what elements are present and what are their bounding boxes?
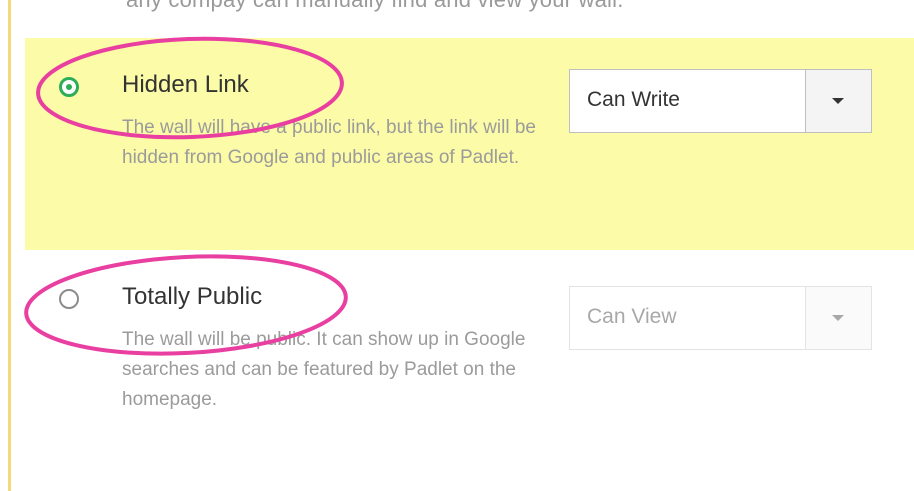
permission-dropdown-toggle[interactable]	[805, 287, 871, 349]
option-hidden-link[interactable]: Hidden Link The wall will have a public …	[25, 38, 914, 250]
option-title-hidden-link: Hidden Link	[122, 71, 249, 98]
radio-totally-public[interactable]	[59, 289, 79, 309]
option-description-totally-public: The wall will be public. It can show up …	[122, 329, 526, 410]
caret-down-icon	[832, 315, 844, 321]
privacy-settings-panel: any compay can manually find and view yo…	[0, 0, 914, 491]
option-description-hidden-link: The wall will have a public link, but th…	[122, 117, 536, 168]
permission-value: Can View	[587, 305, 677, 328]
cut-off-description: any compay can manually find and view yo…	[126, 0, 624, 13]
permission-select-hidden-link[interactable]: Can Write	[569, 69, 872, 133]
caret-down-icon	[832, 98, 844, 104]
option-totally-public[interactable]: Totally Public The wall will be public. …	[25, 250, 914, 450]
radio-selected-dot	[66, 84, 72, 90]
permission-dropdown-toggle[interactable]	[805, 70, 871, 132]
radio-hidden-link[interactable]	[59, 77, 79, 97]
left-accent-rule	[8, 0, 11, 491]
permission-select-totally-public[interactable]: Can View	[569, 286, 872, 350]
permission-value: Can Write	[587, 88, 680, 111]
option-title-totally-public: Totally Public	[122, 283, 263, 310]
